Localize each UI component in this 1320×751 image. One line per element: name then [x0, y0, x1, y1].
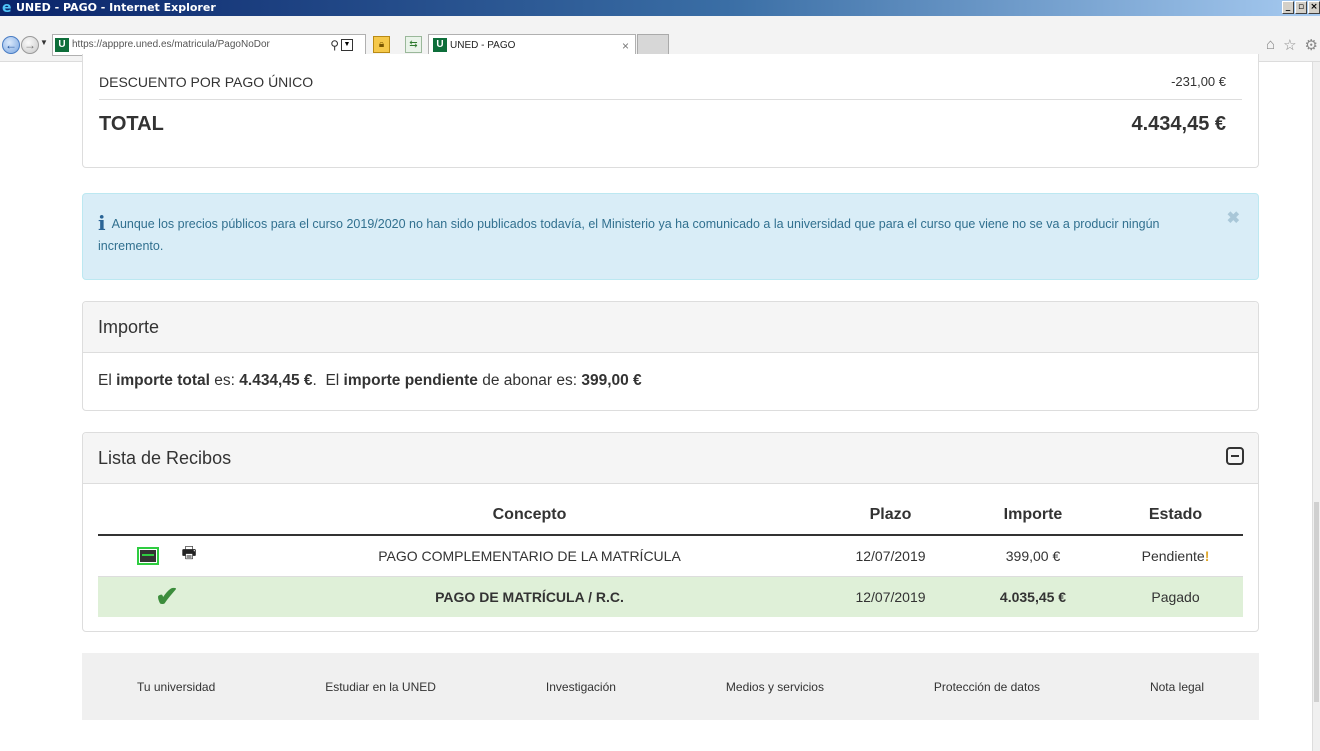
footer-links: Tu universidad Estudiar en la UNED Inves… — [82, 653, 1259, 720]
recibos-heading-text: Lista de Recibos — [98, 448, 232, 468]
refresh-icon[interactable]: ⇆ — [405, 36, 422, 53]
tab-title: UNED - PAGO — [450, 40, 516, 51]
page-content: DESCUENTO POR PAGO ÚNICO -231,00 € TOTAL… — [0, 54, 1312, 751]
row-plazo: 12/07/2019 — [855, 547, 926, 564]
importe-heading: Importe — [83, 302, 1258, 353]
importe-es-1: es: — [209, 372, 240, 389]
importe-es-2: de abonar es: — [477, 372, 582, 389]
pay-card-icon[interactable] — [137, 546, 160, 565]
scrollbar-thumb[interactable] — [1314, 502, 1319, 702]
importe-panel: Importe El importe total es: 4.434,45 €.… — [82, 301, 1259, 411]
col-header-plazo: Plazo — [823, 495, 958, 536]
footer-link-estudiar[interactable]: Estudiar en la UNED — [325, 680, 436, 694]
ie-logo-icon: e — [2, 0, 12, 16]
info-alert: i Aunque los precios públicos para el cur… — [82, 193, 1259, 280]
browser-toolbar-icons: ⌂ ☆ ⚙ — [1266, 36, 1318, 54]
total-label: TOTAL — [99, 113, 164, 135]
address-url: https://apppre.uned.es/matricula/PagoNoD… — [72, 39, 270, 50]
recibos-panel: Lista de Recibos Concepto Plazo Importe … — [82, 432, 1259, 632]
info-icon: i — [98, 211, 106, 235]
table-row: ✔ PAGO DE MATRÍCULA / R.C. 12/07/2019 4.… — [98, 575, 1243, 617]
row-concepto: PAGO COMPLEMENTARIO DE LA MATRÍCULA — [378, 547, 681, 564]
vertical-scrollbar[interactable] — [1312, 62, 1320, 751]
window-title: UNED - PAGO - Internet Explorer — [16, 1, 216, 14]
row-concepto: PAGO DE MATRÍCULA / R.C. — [236, 575, 823, 617]
warning-icon: ! — [1204, 547, 1210, 564]
close-alert-icon[interactable]: ✖ — [1227, 208, 1240, 230]
address-dropdown-icon[interactable]: ▼ — [341, 39, 353, 51]
footer-link-nota-legal[interactable]: Nota legal — [1150, 680, 1204, 694]
receipts-table: Concepto Plazo Importe Estado 🖶 PAGO COM… — [98, 495, 1243, 617]
back-button[interactable]: ← — [2, 36, 20, 54]
row-plazo: 12/07/2019 — [823, 575, 958, 617]
importe-total-value: 4.434,45 € — [239, 372, 313, 389]
importe-pending-value: 399,00 € — [581, 372, 642, 389]
search-icon[interactable]: ⚲ — [330, 35, 339, 55]
forward-button[interactable]: → — [21, 36, 39, 54]
site-favicon-icon: U — [55, 38, 69, 52]
total-value: 4.434,45 € — [1131, 113, 1226, 135]
discount-label: DESCUENTO POR PAGO ÚNICO — [99, 74, 314, 90]
settings-gear-icon[interactable]: ⚙ — [1305, 36, 1318, 54]
collapse-panel-icon[interactable] — [1226, 447, 1244, 465]
totals-panel: DESCUENTO POR PAGO ÚNICO -231,00 € TOTAL… — [82, 54, 1259, 168]
tab-favicon-icon: U — [433, 38, 447, 53]
importe-prefix: El — [98, 372, 117, 389]
close-window-button[interactable]: × — [1308, 1, 1320, 14]
row-importe: 4.035,45 € — [958, 575, 1108, 617]
row-estado: Pagado — [1108, 575, 1243, 617]
history-dropdown-icon[interactable]: ▼ — [40, 38, 48, 47]
window-titlebar: e UNED - PAGO - Internet Explorer _ ▫ × — [0, 0, 1320, 16]
row-estado: Pendiente! — [1108, 535, 1243, 576]
window-controls: _ ▫ × — [1282, 1, 1320, 14]
recibos-heading: Lista de Recibos — [83, 433, 1258, 484]
footer-link-investigacion[interactable]: Investigación — [546, 680, 616, 694]
footer-link-tu-universidad[interactable]: Tu universidad — [137, 680, 215, 694]
maximize-button[interactable]: ▫ — [1295, 1, 1307, 14]
table-header-row: Concepto Plazo Importe Estado — [98, 495, 1243, 536]
table-row: 🖶 PAGO COMPLEMENTARIO DE LA MATRÍCULA 12… — [98, 535, 1243, 576]
footer-link-proteccion[interactable]: Protección de datos — [934, 680, 1040, 694]
importe-pending-label: importe pendiente — [343, 372, 478, 389]
favorites-star-icon[interactable]: ☆ — [1283, 36, 1296, 54]
footer-link-medios[interactable]: Medios y servicios — [726, 680, 824, 694]
importe-summary: El importe total es: 4.434,45 €. El impo… — [83, 353, 1258, 409]
total-row: TOTAL 4.434,45 € — [99, 104, 1242, 144]
col-header-estado: Estado — [1108, 495, 1243, 536]
col-header-concepto: Concepto — [236, 495, 823, 536]
address-bar[interactable]: Uhttps://apppre.uned.es/matricula/PagoNo… — [52, 34, 366, 56]
importe-total-label: importe total — [116, 372, 210, 389]
discount-row: DESCUENTO POR PAGO ÚNICO -231,00 € — [99, 64, 1242, 100]
row-importe: 399,00 € — [1005, 547, 1061, 564]
importe-sep: . El — [312, 372, 344, 389]
print-icon[interactable]: 🖶 — [181, 542, 196, 569]
estado-text: Pendiente — [1141, 547, 1205, 564]
alert-text: Aunque los precios públicos para el curs… — [98, 217, 1160, 253]
row-actions: 🖶 — [98, 535, 236, 576]
row-actions: ✔ — [98, 575, 236, 617]
lock-icon[interactable]: 🔒︎ — [373, 36, 390, 53]
col-header-actions — [98, 495, 236, 536]
discount-value: -231,00 € — [1171, 74, 1226, 89]
check-icon: ✔ — [155, 580, 179, 612]
minimize-button[interactable]: _ — [1282, 1, 1294, 14]
col-header-importe: Importe — [958, 495, 1108, 536]
home-icon[interactable]: ⌂ — [1266, 36, 1275, 54]
